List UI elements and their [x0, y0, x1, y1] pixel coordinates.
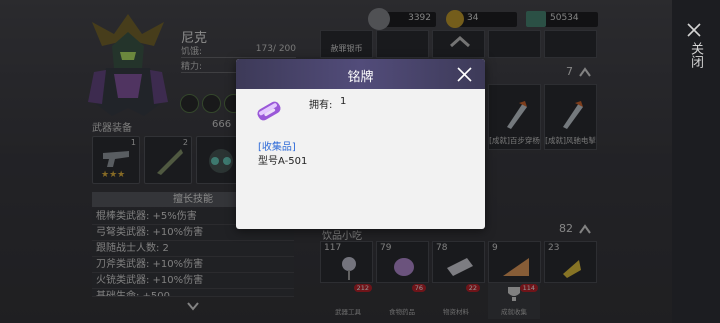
item-description: 型号A-501	[258, 156, 308, 167]
close-icon[interactable]	[686, 22, 702, 38]
owned-value: 1	[340, 96, 347, 107]
close-label[interactable]: 关闭	[686, 42, 704, 68]
close-icon[interactable]	[457, 67, 472, 82]
dialog-title: 铭牌	[347, 70, 374, 85]
nameplate-item-icon	[257, 101, 281, 121]
item-detail-dialog: 铭牌 拥有: 1 [收集品] 型号A-501	[236, 59, 485, 229]
item-category: [收集品]	[258, 142, 296, 153]
owned-label: 拥有:	[309, 100, 333, 111]
